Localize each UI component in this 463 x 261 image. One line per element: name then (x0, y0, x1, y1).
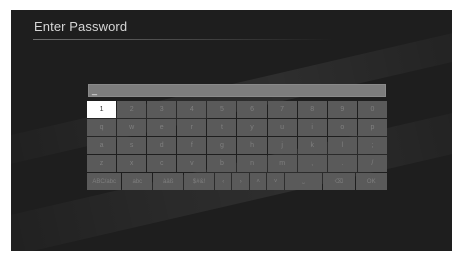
key-p[interactable]: p (357, 119, 387, 136)
key-9[interactable]: 9 (327, 101, 357, 118)
ok-button[interactable]: OK (355, 173, 387, 190)
text-cursor: _ (92, 85, 98, 95)
key-t[interactable]: t (207, 119, 237, 136)
onscreen-keyboard: 1 2 3 4 5 6 7 8 9 0 q w e r t y u i o p … (87, 101, 387, 191)
key-semicolon[interactable]: ; (357, 137, 387, 154)
key-o[interactable]: o (327, 119, 357, 136)
key-period[interactable]: . (327, 155, 357, 172)
keyboard-row-qwerty: q w e r t y u i o p (87, 119, 387, 136)
key-u[interactable]: u (267, 119, 297, 136)
key-c[interactable]: c (147, 155, 177, 172)
key-2[interactable]: 2 (117, 101, 147, 118)
key-s[interactable]: s (117, 137, 147, 154)
key-a[interactable]: a (87, 137, 117, 154)
key-e[interactable]: e (147, 119, 177, 136)
key-j[interactable]: j (267, 137, 297, 154)
key-1[interactable]: 1 (87, 101, 117, 118)
key-7[interactable]: 7 (267, 101, 297, 118)
key-k[interactable]: k (297, 137, 327, 154)
lowercase-button[interactable]: abc (122, 173, 153, 190)
case-toggle-button[interactable]: ABC/abc (87, 173, 122, 190)
key-b[interactable]: b (207, 155, 237, 172)
key-n[interactable]: n (237, 155, 267, 172)
key-l[interactable]: l (327, 137, 357, 154)
page-title: Enter Password (34, 19, 128, 34)
tv-screen: Enter Password _ 1 2 3 4 5 6 7 8 9 0 q w… (11, 10, 452, 251)
password-input[interactable]: _ (88, 84, 386, 97)
key-x[interactable]: x (117, 155, 147, 172)
key-q[interactable]: q (87, 119, 117, 136)
keyboard-row-asdf: a s d f g h j k l ; (87, 137, 387, 154)
arrow-up-icon[interactable]: ˄ (249, 173, 267, 190)
title-divider (33, 39, 333, 40)
key-z[interactable]: z (87, 155, 117, 172)
space-icon[interactable]: ⎵ (284, 173, 323, 190)
key-d[interactable]: d (147, 137, 177, 154)
key-h[interactable]: h (237, 137, 267, 154)
symbols-button[interactable]: $#&! (184, 173, 215, 190)
key-0[interactable]: 0 (357, 101, 387, 118)
key-6[interactable]: 6 (237, 101, 267, 118)
arrow-down-icon[interactable]: ˅ (267, 173, 284, 190)
key-i[interactable]: i (297, 119, 327, 136)
key-5[interactable]: 5 (207, 101, 237, 118)
key-f[interactable]: f (177, 137, 207, 154)
key-3[interactable]: 3 (147, 101, 177, 118)
key-g[interactable]: g (207, 137, 237, 154)
key-r[interactable]: r (177, 119, 207, 136)
key-comma[interactable]: , (297, 155, 327, 172)
key-8[interactable]: 8 (297, 101, 327, 118)
key-4[interactable]: 4 (177, 101, 207, 118)
key-m[interactable]: m (267, 155, 297, 172)
arrow-left-icon[interactable]: ‹ (215, 173, 232, 190)
arrow-right-icon[interactable]: › (232, 173, 249, 190)
key-y[interactable]: y (237, 119, 267, 136)
key-v[interactable]: v (177, 155, 207, 172)
keyboard-row-numbers: 1 2 3 4 5 6 7 8 9 0 (87, 101, 387, 118)
keyboard-row-controls: ABC/abc abc àäß $#&! ‹ › ˄ ˅ ⎵ ⌫ OK (87, 173, 387, 190)
backspace-icon[interactable]: ⌫ (323, 173, 355, 190)
accents-button[interactable]: àäß (153, 173, 184, 190)
key-w[interactable]: w (117, 119, 147, 136)
key-slash[interactable]: / (357, 155, 387, 172)
keyboard-row-zxcv: z x c v b n m , . / (87, 155, 387, 172)
